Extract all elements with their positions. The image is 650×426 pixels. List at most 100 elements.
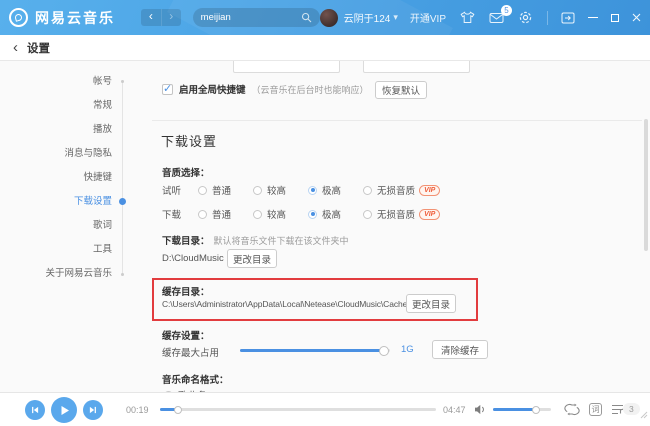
volume-icon[interactable] (474, 404, 487, 415)
download-label: 下载 (162, 207, 182, 221)
theme-skin-icon[interactable] (460, 11, 475, 24)
lyric-glyph: 词 (592, 404, 600, 415)
preview-label: 试听 (162, 183, 182, 197)
total-time: 04:47 (443, 405, 466, 415)
shortcut-input-partial-1[interactable] (233, 61, 340, 73)
volume-slider[interactable] (493, 408, 551, 411)
radio-option-extreme[interactable]: 极高 (308, 183, 341, 197)
forward-button[interactable]: › (161, 9, 181, 26)
search-icon[interactable] (301, 12, 312, 23)
global-hotkey-row: ✓ 启用全局快捷键 （云音乐在后台时也能响应） (162, 82, 369, 96)
app-title: 网易云音乐 (35, 8, 115, 28)
messages-icon[interactable]: 5 (489, 12, 504, 24)
previous-track-button[interactable] (25, 400, 45, 420)
settings-sidebar: 帐号 常规 播放 消息与隐私 快捷键 下载设置 歌词 工具 关于网易云音乐 (0, 70, 112, 286)
message-count-badge: 5 (501, 5, 512, 16)
sidebar-timeline (122, 81, 123, 275)
cache-slider-handle[interactable] (379, 346, 389, 356)
radio-option-extreme[interactable]: 极高 (308, 207, 341, 221)
cache-max-label-row: 缓存最大占用 (162, 345, 219, 359)
global-hotkey-label: 启用全局快捷键 (179, 82, 246, 96)
playlist-count-badge[interactable]: 3 (623, 403, 640, 415)
scrollbar-thumb[interactable] (644, 119, 648, 251)
page-title: 设置 (27, 40, 50, 56)
titlebar-divider (547, 11, 548, 25)
progress-fill (160, 408, 178, 411)
radio-option-normal[interactable]: 普通 (198, 183, 231, 197)
timeline-dot-top (121, 80, 124, 83)
radio-option-higher[interactable]: 较高 (253, 207, 286, 221)
sidebar-item-account[interactable]: 帐号 (0, 70, 112, 94)
progress-bar[interactable] (160, 408, 436, 411)
current-time: 00:19 (126, 405, 149, 415)
open-vip-link[interactable]: 开通VIP (410, 10, 446, 25)
maximize-button[interactable] (611, 14, 619, 22)
settings-gear-icon[interactable] (518, 10, 533, 25)
sidebar-item-shortcuts[interactable]: 快捷键 (0, 166, 112, 190)
sidebar-item-download-settings[interactable]: 下载设置 (0, 190, 112, 214)
avatar[interactable] (320, 9, 338, 27)
section-divider (152, 120, 642, 121)
clear-cache-button[interactable]: 清除缓存 (432, 340, 488, 359)
history-nav: ‹ › (141, 9, 181, 26)
back-icon[interactable]: ‹ (13, 37, 18, 59)
timeline-dot-bottom (121, 273, 124, 276)
check-icon: ✓ (163, 82, 172, 95)
play-button[interactable] (51, 397, 77, 423)
next-track-button[interactable] (83, 400, 103, 420)
search-box[interactable] (193, 8, 320, 27)
shortcut-input-partial-2[interactable] (363, 61, 470, 73)
progress-handle[interactable] (174, 406, 182, 414)
username[interactable]: 云阴于124 (344, 10, 391, 25)
titlebar-right: 云阴于124 ▾ 开通VIP 5 (320, 9, 641, 27)
lyrics-icon[interactable]: 词 (589, 403, 602, 416)
sidebar-item-about[interactable]: 关于网易云音乐 (0, 262, 112, 286)
cache-size-value: 1G (401, 344, 414, 355)
search-input[interactable] (201, 12, 301, 23)
player-bar: 00:19 04:47 词 3 (0, 392, 650, 426)
cache-dir-label-row: 缓存目录： (162, 284, 210, 298)
cache-settings-label-row: 缓存设置： (162, 328, 210, 342)
close-button[interactable] (632, 13, 641, 22)
volume-handle[interactable] (532, 406, 540, 414)
download-settings-title: 下载设置 (161, 131, 217, 150)
global-hotkey-note: （云音乐在后台时也能响应） (252, 83, 369, 96)
sidebar-item-tools[interactable]: 工具 (0, 238, 112, 262)
cache-dir-path: C:\Users\Administrator\AppData\Local\Net… (162, 299, 407, 309)
naming-label-row: 音乐命名格式： (162, 372, 229, 386)
cache-dir-path-row: C:\Users\Administrator\AppData\Local\Net… (162, 299, 407, 309)
restore-default-button[interactable]: 恢复默认 (375, 81, 427, 99)
cache-max-label: 缓存最大占用 (162, 345, 219, 359)
vip-badge: VIP (419, 209, 440, 220)
download-dir-path: D:\CloudMusic (162, 253, 224, 264)
sidebar-item-playback[interactable]: 播放 (0, 118, 112, 142)
chevron-down-icon[interactable]: ▾ (393, 12, 398, 23)
minimize-button[interactable] (588, 17, 598, 18)
radio-option-normal[interactable]: 普通 (198, 207, 231, 221)
sidebar-item-lyrics[interactable]: 歌词 (0, 214, 112, 238)
back-button[interactable]: ‹ (141, 9, 161, 26)
resize-grip[interactable] (640, 406, 648, 424)
mini-mode-button[interactable] (561, 12, 575, 24)
quality-row-preview: 试听 普通 较高 极高 无损音质VIP (162, 183, 440, 197)
sidebar-item-messages-privacy[interactable]: 消息与隐私 (0, 142, 112, 166)
settings-content: 帐号 常规 播放 消息与隐私 快捷键 下载设置 歌词 工具 关于网易云音乐 ✓ … (0, 61, 650, 392)
quality-select-label: 音质选择： (162, 165, 210, 179)
timeline-active-dot (119, 198, 126, 205)
volume-fill (493, 408, 536, 411)
cache-size-slider[interactable] (240, 349, 390, 352)
change-download-dir-button[interactable]: 更改目录 (227, 249, 277, 268)
sidebar-item-general[interactable]: 常规 (0, 94, 112, 118)
global-hotkey-checkbox[interactable]: ✓ (162, 84, 173, 95)
loop-mode-icon[interactable] (564, 403, 580, 416)
naming-format-label: 音乐命名格式： (162, 372, 229, 386)
download-dir-label-row: 下载目录： 默认将音乐文件下载在该文件夹中 (162, 233, 349, 247)
radio-option-lossless[interactable]: 无损音质VIP (363, 183, 440, 197)
vip-badge: VIP (419, 185, 440, 196)
quality-row-download: 下载 普通 较高 极高 无损音质VIP (162, 207, 440, 221)
app-logo-icon[interactable] (9, 8, 28, 27)
radio-option-lossless[interactable]: 无损音质VIP (363, 207, 440, 221)
cache-slider-fill (240, 349, 384, 352)
change-cache-dir-button[interactable]: 更改目录 (406, 294, 456, 313)
radio-option-higher[interactable]: 较高 (253, 183, 286, 197)
